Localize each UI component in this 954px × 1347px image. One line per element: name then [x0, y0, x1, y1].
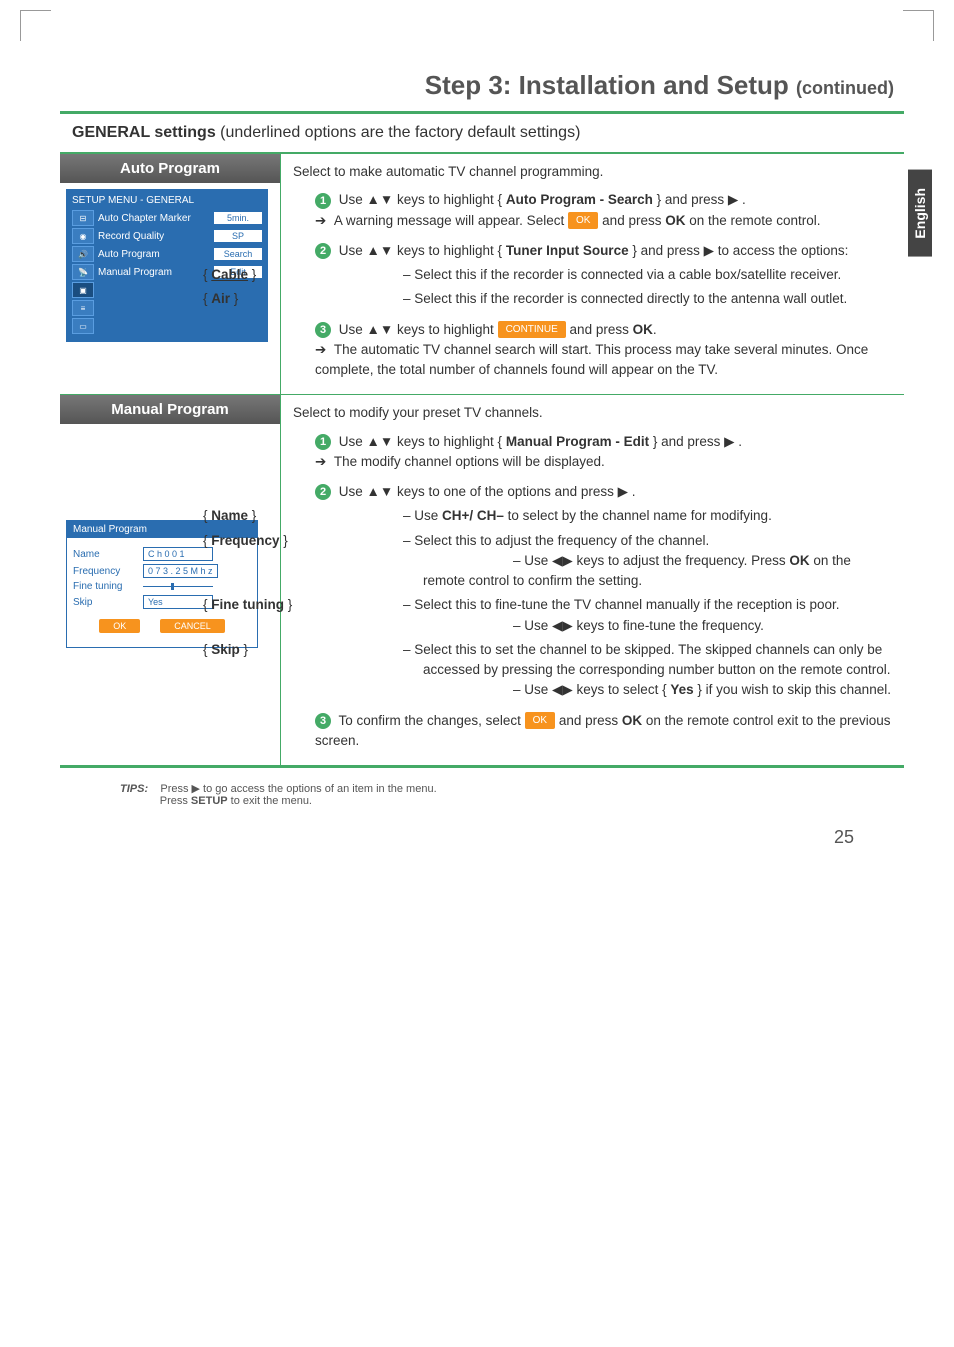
fine-tuning-slider — [143, 586, 213, 587]
option-air: { Air }– Select this if the recorder is … — [313, 289, 892, 309]
panel-heading: GENERAL settings (underlined options are… — [60, 114, 904, 153]
ok-pill: OK — [525, 712, 555, 729]
menu-value: Search — [214, 248, 262, 260]
intro-text: Select to modify your preset TV channels… — [293, 403, 892, 423]
cancel-button: CANCEL — [160, 619, 225, 633]
audio-icon: 🔊 — [72, 246, 94, 262]
step-badge-3: 3 — [315, 322, 331, 338]
disc-icon: ⊟ — [72, 210, 94, 226]
crop-mark — [20, 10, 51, 41]
ok-pill: OK — [568, 212, 598, 229]
menu-item: Auto Chapter Marker — [98, 213, 214, 224]
clock-icon: ▣ — [72, 282, 94, 298]
step-badge-2: 2 — [315, 484, 331, 500]
step-1: 1 Use ▲▼ keys to highlight { Manual Prog… — [293, 432, 892, 473]
field-label: Fine tuning — [73, 581, 143, 592]
heading-rest: (underlined options are the factory defa… — [216, 124, 581, 141]
title-main: Step 3: Installation and Setup — [425, 70, 796, 100]
menu-item: Record Quality — [98, 231, 214, 242]
field-value: 0 7 3 . 2 5 M h z — [143, 564, 218, 578]
page-title: Step 3: Installation and Setup (continue… — [60, 70, 904, 101]
option-frequency: { Frequency }– Select this to adjust the… — [313, 531, 892, 592]
sat-icon: 📡 — [72, 264, 94, 280]
ok-button: OK — [99, 619, 140, 633]
settings-panel: GENERAL settings (underlined options are… — [60, 111, 904, 768]
left-col: Manual Program Manual Program NameC h 0 … — [60, 395, 281, 765]
heading-bold: GENERAL settings — [72, 124, 216, 141]
title-sub: (continued) — [796, 78, 894, 98]
continue-pill: CONTINUE — [498, 321, 566, 338]
rec-icon: ◉ — [72, 228, 94, 244]
step-1: 1 Use ▲▼ keys to highlight { Auto Progra… — [293, 190, 892, 231]
list-icon: ≡ — [72, 300, 94, 316]
right-col: Select to make automatic TV channel prog… — [281, 154, 904, 394]
menu-item: Auto Program — [98, 249, 214, 260]
page-number: 25 — [60, 827, 854, 848]
field-label: Frequency — [73, 566, 143, 577]
crop-mark — [903, 10, 934, 41]
menu-value: 5min. — [214, 212, 262, 224]
right-col: Select to modify your preset TV channels… — [281, 395, 904, 765]
section-label: Manual Program — [60, 395, 280, 424]
menu-title: SETUP MENU - GENERAL — [72, 195, 262, 206]
field-label: Name — [73, 549, 143, 560]
row-manual-program: Manual Program Manual Program NameC h 0 … — [60, 394, 904, 765]
option-skip: { Skip }– Select this to set the channel… — [313, 640, 892, 701]
tips-footer: TIPS: Press ▶ to go access the options o… — [120, 782, 904, 807]
menu-value: SP — [214, 230, 262, 242]
step-3: 3 Use ▲▼ keys to highlight CONTINUE and … — [293, 320, 892, 381]
section-label: Auto Program — [60, 154, 280, 183]
step-2: 2 Use ▲▼ keys to one of the options and … — [293, 482, 892, 502]
step-2: 2 Use ▲▼ keys to highlight { Tuner Input… — [293, 241, 892, 261]
menu-item: Manual Program — [98, 267, 214, 278]
step-badge-3: 3 — [315, 713, 331, 729]
language-tab: English — [908, 170, 932, 257]
intro-text: Select to make automatic TV channel prog… — [293, 162, 892, 182]
option-name: { Name }– Use CH+/ CH– to select by the … — [313, 506, 892, 526]
step-badge-1: 1 — [315, 193, 331, 209]
drive-icon: ▭ — [72, 318, 94, 334]
option-fine-tuning: { Fine tuning }– Select this to fine-tun… — [313, 595, 892, 636]
field-label: Skip — [73, 597, 143, 608]
step-3: 3 To confirm the changes, select OK and … — [293, 711, 892, 752]
page: Step 3: Installation and Setup (continue… — [0, 0, 954, 868]
row-auto-program: Auto Program SETUP MENU - GENERAL ⊟ Auto … — [60, 153, 904, 394]
option-cable: { Cable }– Select this if the recorder i… — [313, 265, 892, 285]
step-badge-1: 1 — [315, 434, 331, 450]
step-badge-2: 2 — [315, 243, 331, 259]
